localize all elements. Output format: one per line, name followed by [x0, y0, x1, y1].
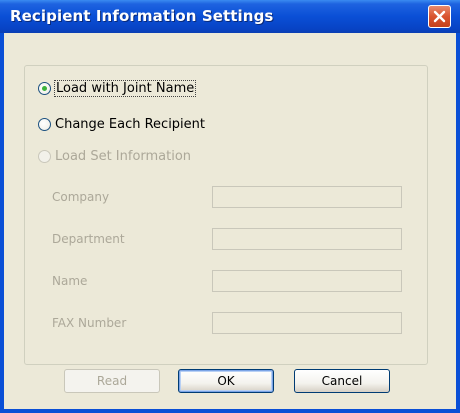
radio-load-set-information: Load Set Information [38, 147, 191, 165]
close-button[interactable] [428, 5, 451, 28]
radio-label-change-each-recipient: Change Each Recipient [55, 116, 206, 132]
fax-number-label: FAX Number [52, 316, 127, 330]
dialog-title: Recipient Information Settings [10, 7, 274, 25]
window-border-bottom [0, 409, 460, 413]
fax-number-field [212, 312, 402, 334]
ok-button[interactable]: OK [178, 369, 274, 393]
dialog-window: Recipient Information Settings Load with… [0, 0, 460, 413]
window-border-left [0, 33, 4, 413]
company-label: Company [52, 190, 110, 204]
read-button: Read [64, 369, 160, 393]
radio-button[interactable] [38, 117, 51, 131]
radio-label-load-joint-name: Load with Joint Name [53, 79, 197, 97]
radio-button-selected[interactable] [38, 81, 51, 95]
title-bar[interactable]: Recipient Information Settings [0, 0, 460, 33]
company-field [212, 186, 402, 208]
department-label: Department [52, 232, 125, 246]
window-border-right [456, 33, 460, 413]
radio-button-disabled [38, 149, 51, 163]
name-label: Name [52, 274, 88, 288]
department-field [212, 228, 402, 250]
radio-change-each-recipient[interactable]: Change Each Recipient [38, 115, 205, 133]
close-icon [433, 10, 446, 23]
radio-label-load-set-information: Load Set Information [55, 148, 192, 164]
radio-load-joint-name[interactable]: Load with Joint Name [38, 79, 197, 97]
cancel-button[interactable]: Cancel [294, 369, 390, 393]
name-field [212, 270, 402, 292]
